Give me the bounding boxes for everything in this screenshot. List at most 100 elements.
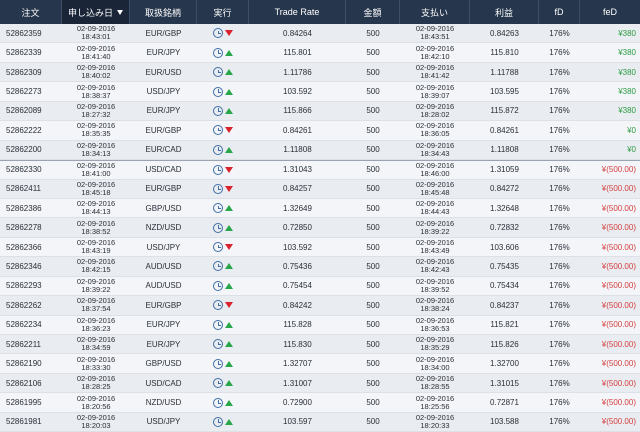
payment: 02-09-2016 18:25:56 [400,393,470,411]
execution [197,316,249,334]
instrument: USD/JPY [146,242,181,252]
execution [197,218,249,236]
fd-value: 176% [549,28,570,38]
amount: 500 [366,203,380,213]
time: 18:40:02 [81,71,111,81]
trade-rate: 103.592 [283,242,312,252]
table-row[interactable]: 52862106 02-09-2016 18:28:25 USD/CAD 1.31007… [0,373,640,394]
fd-value: 176% [549,378,570,388]
fd-value: 176% [549,339,570,349]
instrument: EUR/CAD [145,145,182,155]
column-header-fd[interactable]: fD [539,0,580,24]
fd-value: 176% [549,87,570,97]
column-header-instrument[interactable]: 取扱銘柄 [130,0,197,24]
profit-rate: 115.872 [490,106,519,116]
order-id: 52862222 [6,125,42,135]
table-row[interactable]: 52862262 02-09-2016 18:37:54 EUR/GBP 0.84242… [0,296,640,316]
execution [197,413,249,431]
profit-rate: 0.84272 [490,184,519,194]
instrument: EUR/JPY [146,320,181,330]
table-row[interactable]: 52862211 02-09-2016 18:34:59 EUR/JPY 115.830… [0,335,640,355]
trade-history-table: 注文 申し込み日 取扱銘柄 実行 Trade Rate 金額 支払い 利益 fD… [0,0,640,432]
arrow-up-icon [225,399,233,406]
fd-value: 176% [549,125,570,135]
fed-value: ¥380 [618,48,636,58]
instrument: AUD/USD [145,261,182,271]
table-row[interactable]: 52861995 02-09-2016 18:20:56 NZD/USD 0.72900… [0,393,640,413]
payment: 02-09-2016 18:34:43 [400,141,470,159]
fd-value: 176% [549,398,570,408]
table-row[interactable]: 52862190 02-09-2016 18:33:30 GBP/USD 1.32707… [0,354,640,374]
time: 18:42:10 [420,51,450,61]
table-row[interactable]: 52862366 02-09-2016 18:43:19 USD/JPY 103.592… [0,237,640,258]
arrow-up-icon [225,107,233,114]
amount: 500 [366,300,380,310]
amount: 500 [366,378,380,388]
arrow-up-icon [225,282,233,289]
table-row[interactable]: 52862330 02-09-2016 18:41:00 USD/CAD 1.31043… [0,160,640,180]
order-id: 52862234 [6,320,42,330]
order-id: 52862273 [6,87,42,97]
table-row[interactable]: 52862089 02-09-2016 18:27:32 EUR/JPY 115.866… [0,101,640,122]
table-row[interactable]: 52862234 02-09-2016 18:36:23 EUR/JPY 115.828… [0,315,640,335]
time: 18:39:22 [420,226,450,236]
column-header-amount[interactable]: 金額 [346,0,400,24]
execution [197,257,249,275]
time: 18:28:25 [81,382,111,392]
table-row[interactable]: 52862339 02-09-2016 18:41:40 EUR/JPY 115.801… [0,43,640,63]
column-header-execution[interactable]: 実行 [197,0,249,24]
time: 18:43:19 [81,246,111,256]
column-header-payment[interactable]: 支払い [400,0,470,24]
table-row[interactable]: 52862359 02-09-2016 18:43:01 EUR/GBP 0.84264… [0,24,640,44]
table-row[interactable]: 52862293 02-09-2016 18:39:22 AUD/USD 0.75454… [0,276,640,297]
execution [197,393,249,411]
table-row[interactable]: 52862273 02-09-2016 18:38:37 USD/JPY 103.592… [0,82,640,102]
fd-value: 176% [549,48,570,58]
table-row[interactable]: 52862386 02-09-2016 18:44:13 GBP/USD 1.32649… [0,198,640,219]
arrow-down-icon [225,244,233,251]
column-header-trade-rate[interactable]: Trade Rate [249,0,346,24]
payment: 02-09-2016 18:34:00 [400,354,470,372]
fd-value: 176% [549,184,570,194]
instrument: USD/JPY [146,417,181,427]
fd-value: 176% [549,165,570,175]
column-header-application-date[interactable]: 申し込み日 [62,0,130,24]
fd-value: 176% [549,145,570,155]
fed-value: ¥(500.00) [601,300,636,310]
trade-rate: 1.11786 [283,67,312,77]
application-date: 02-09-2016 18:38:37 [62,82,130,100]
amount: 500 [366,261,380,271]
column-header-fed[interactable]: feD [580,0,640,24]
trade-rate: 0.72900 [283,398,312,408]
table-row[interactable]: 52862200 02-09-2016 18:34:13 EUR/CAD 1.11808… [0,140,640,161]
table-row[interactable]: 52861981 02-09-2016 18:20:03 USD/JPY 103.597… [0,412,640,432]
payment: 02-09-2016 18:36:53 [400,316,470,334]
application-date: 02-09-2016 18:41:40 [62,43,130,61]
clock-icon [213,416,223,427]
column-header-order[interactable]: 注文 [0,0,62,24]
payment: 02-09-2016 18:28:02 [400,102,470,120]
table-row[interactable]: 52862278 02-09-2016 18:38:52 NZD/USD 0.72850… [0,218,640,238]
arrow-up-icon [225,69,233,76]
payment: 02-09-2016 18:35:29 [400,335,470,353]
table-row[interactable]: 52862411 02-09-2016 18:45:18 EUR/GBP 0.84257… [0,179,640,199]
arrow-up-icon [225,321,233,328]
trade-rate: 103.597 [283,417,312,427]
table-row[interactable]: 52862222 02-09-2016 18:35:35 EUR/GBP 0.84261… [0,121,640,141]
table-row[interactable]: 52862346 02-09-2016 18:42:15 AUD/USD 0.75436… [0,257,640,277]
time: 18:36:23 [81,323,111,333]
instrument: AUD/USD [145,281,182,291]
column-header-profit[interactable]: 利益 [470,0,539,24]
time: 18:37:54 [81,304,111,314]
fed-value: ¥(500.00) [601,339,636,349]
instrument: GBP/USD [145,203,182,213]
table-row[interactable]: 52862309 02-09-2016 18:40:02 EUR/USD 1.11786… [0,62,640,83]
time: 18:38:24 [420,304,450,314]
arrow-up-icon [225,341,233,348]
trade-rate: 0.84242 [283,300,312,310]
fed-value: ¥0 [627,145,636,155]
clock-icon [213,339,223,350]
fd-value: 176% [549,223,570,233]
profit-rate: 0.84263 [490,28,519,38]
execution [197,180,249,198]
